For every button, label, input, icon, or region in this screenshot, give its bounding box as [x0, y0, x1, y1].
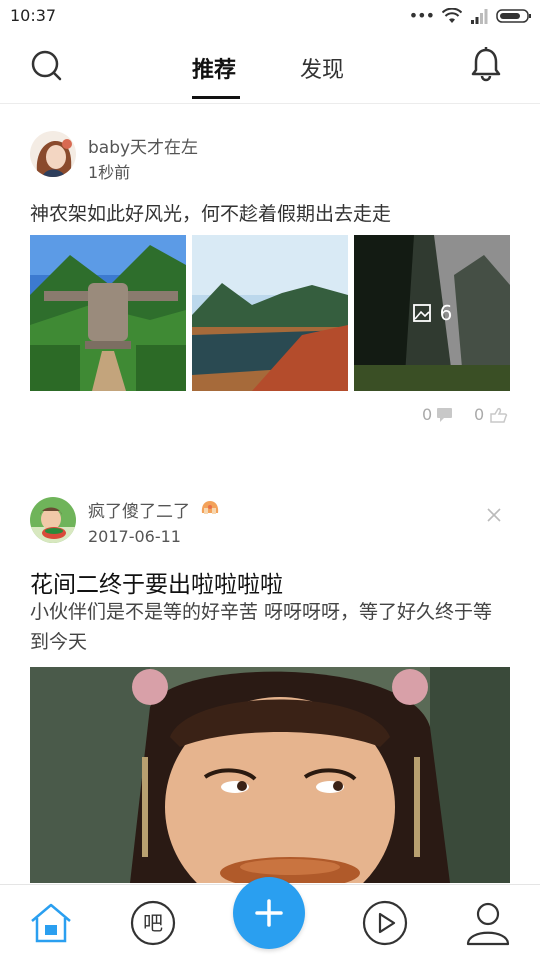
ba-label: 吧	[143, 911, 163, 935]
post-title[interactable]: 花间二终于要出啦啦啦啦	[30, 565, 283, 599]
post-description[interactable]: 小伙伴们是不是等的好辛苦 呀呀呀呀，等了好久终于等到今天	[30, 597, 510, 657]
status-icons: •••	[409, 7, 532, 25]
nav-ba[interactable]: 吧	[129, 899, 177, 947]
close-icon	[487, 508, 501, 522]
status-bar: 10:37 •••	[0, 0, 540, 32]
search-icon	[31, 50, 62, 81]
video-icon	[362, 900, 408, 946]
post-text[interactable]: 神农架如此好风光，何不趁着假期出去走走	[30, 199, 391, 226]
comment-icon	[437, 407, 453, 422]
home-icon	[31, 903, 71, 943]
image-stack-icon	[412, 304, 431, 322]
image-count-overlay: 6	[354, 235, 510, 391]
avatar[interactable]	[30, 497, 76, 543]
emoji-icon	[201, 501, 219, 514]
post-username[interactable]: baby天才在左	[88, 133, 198, 158]
nav-home[interactable]	[27, 899, 75, 947]
tab-bar: 推荐 发现	[180, 32, 360, 104]
tab-recommend[interactable]: 推荐	[192, 52, 236, 84]
battery-icon	[496, 9, 531, 23]
top-navigation: 推荐 发现	[0, 32, 540, 104]
bell-icon	[471, 47, 501, 82]
profile-icon	[466, 902, 510, 946]
add-post-button[interactable]	[233, 877, 305, 949]
signal-icon	[471, 9, 488, 24]
tab-discover[interactable]: 发现	[300, 52, 344, 84]
wifi-icon	[442, 8, 462, 23]
post-time: 2017-06-11	[88, 527, 181, 546]
like-stat[interactable]: 0	[474, 405, 508, 424]
post-time: 1秒前	[88, 163, 131, 182]
comment-stat[interactable]: 0	[422, 405, 454, 424]
post-image[interactable]: 6	[354, 235, 510, 391]
feed-post[interactable]: 疯了傻了二了 2017-06-11 花间二终于要出啦啦啦啦 小伙伴们是不是等的好…	[0, 465, 540, 883]
dismiss-post-button[interactable]	[484, 507, 504, 527]
like-icon	[490, 407, 508, 423]
comment-count: 0	[422, 405, 433, 424]
status-time: 10:37	[10, 6, 57, 25]
search-button[interactable]	[28, 47, 68, 87]
image-count: 6	[439, 301, 453, 325]
feed[interactable]: baby天才在左 1秒前 神农架如此好风光，何不趁着假期出去走走 6 0 0 疯…	[0, 105, 540, 883]
add-icon	[255, 899, 283, 927]
like-count: 0	[474, 405, 485, 424]
post-image[interactable]	[30, 667, 510, 883]
avatar[interactable]	[30, 131, 76, 177]
post-image[interactable]	[30, 235, 186, 391]
active-tab-indicator	[192, 96, 240, 99]
status-dots: •••	[408, 6, 435, 25]
bottom-navigation: 吧	[0, 877, 540, 960]
notifications-button[interactable]	[466, 45, 506, 85]
post-image[interactable]	[192, 235, 348, 391]
nav-profile[interactable]	[464, 899, 512, 947]
post-username[interactable]: 疯了傻了二了	[88, 497, 190, 522]
nav-video[interactable]	[361, 899, 409, 947]
feed-post[interactable]: baby天才在左 1秒前 神农架如此好风光，何不趁着假期出去走走 6 0 0	[0, 105, 540, 435]
